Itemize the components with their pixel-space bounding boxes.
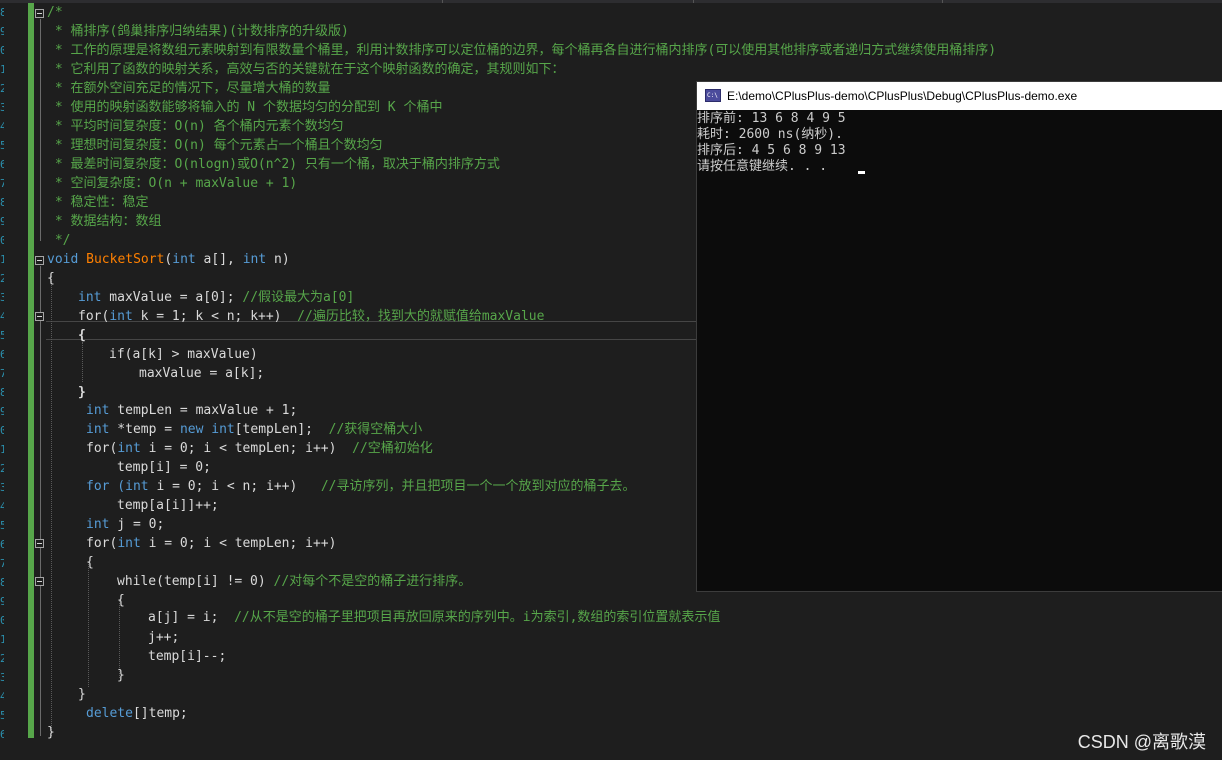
code-token: i = 0; i < tempLen; i++) [140, 441, 353, 456]
code-line: int maxValue = a[0]; //假设最大为a[0] [78, 288, 354, 307]
code-line: * 最差时间复杂度：O(nlogn)或O(n^2) 只有一个桶，取决于桶内排序方… [47, 157, 500, 172]
code-token: tempLen = maxValue + 1; [109, 403, 298, 418]
code-line: * 平均时间复杂度：O(n) 各个桶内元素个数均匀 [47, 119, 344, 134]
code-token: a[], [195, 252, 243, 267]
code-line: } [117, 668, 125, 683]
inline-comment: //从不是空的桶子里把项目再放回原来的序列中。i为索引,数组的索引位置就表示值 [234, 610, 721, 625]
code-token: for( [86, 441, 118, 456]
code-token: i = 0; i < tempLen; i++) [140, 536, 337, 551]
code-line: * 使用的映射函数能够将输入的 N 个数据均匀的分配到 K 个桶中 [47, 100, 443, 115]
code-line: /* [47, 5, 63, 20]
keyword: int [86, 517, 110, 532]
keyword: int [211, 422, 235, 437]
code-token: n) [266, 252, 290, 267]
code-line: * 工作的原理是将数组元素映射到有限数量个桶里，利用计数排序可以定位桶的边界，每… [47, 43, 997, 58]
code-line: j++; [148, 630, 180, 645]
keyword: int [242, 252, 267, 267]
inline-comment: //空桶初始化 [352, 441, 433, 456]
console-output-line: 排序前: 13 6 8 4 9 5 [697, 111, 846, 126]
keyword: int [86, 403, 110, 418]
code-line: * 理想时间复杂度：O(n) 每个元素占一个桶且个数均匀 [47, 138, 383, 153]
keyword: int [86, 422, 110, 437]
code-line: { [86, 555, 94, 570]
code-line: * 它利用了函数的映射关系，高效与否的关键就在于这个映射函数的确定，其规则如下： [47, 62, 565, 77]
code-line: temp[i]--; [148, 649, 227, 664]
code-line: for(int k = 1; k < n; k++) //遍历比较，找到大的就赋… [78, 307, 544, 326]
code-line: } [78, 687, 86, 702]
code-line: if(a[k] > maxValue) [109, 347, 258, 362]
code-line: { [47, 271, 55, 286]
inline-comment: //对每个不是空的桶子进行排序。 [273, 574, 472, 589]
watermark: CSDN @离歌漠 [1077, 732, 1206, 752]
function-name: BucketSort [86, 252, 165, 267]
code-line: maxValue = a[k]; [139, 366, 265, 381]
inline-comment: //获得空桶大小 [328, 422, 423, 437]
keyword: new [179, 422, 204, 437]
code-line: int *temp = new int[tempLen]; //获得空桶大小 [86, 420, 422, 439]
code-line: temp[i] = 0; [117, 460, 211, 475]
code-token: [tempLen]; [234, 422, 329, 437]
keyword: int [117, 536, 141, 551]
code-line: for(int i = 0; i < tempLen; i++) //空桶初始化 [86, 439, 433, 458]
keyword: int [109, 309, 133, 324]
code-line: for(int i = 0; i < tempLen; i++) [86, 534, 336, 553]
console-window[interactable]: E:\demo\CPlusPlus-demo\CPlusPlus\Debug\C… [697, 82, 1222, 591]
code-token: j = 0; [109, 517, 165, 532]
keyword: delete [86, 706, 133, 721]
code-line: for (int i = 0; i < n; i++) //寻访序列，并且把项目… [86, 477, 635, 496]
code-line: while(temp[i] != 0) //对每个不是空的桶子进行排序。 [117, 572, 471, 591]
code-line: * 桶排序(鸽巢排序归纳结果)(计数排序的升级版) [47, 24, 349, 39]
console-output-line: 排序后: 4 5 6 8 9 13 [697, 143, 846, 158]
code-token: []temp; [132, 706, 188, 721]
code-line: } [47, 725, 55, 740]
keyword: void [47, 252, 79, 267]
code-token: a[j] = i; [148, 610, 235, 625]
console-output-line: 耗时: 2600 ns(纳秒). [697, 127, 843, 142]
code-token: while(temp[i] != 0) [117, 574, 274, 589]
console-title: E:\demo\CPlusPlus-demo\CPlusPlus\Debug\C… [727, 89, 1078, 103]
code-line: */ [47, 233, 71, 248]
code-line: * 稳定性：稳定 [47, 195, 149, 210]
keyword: for ( [86, 479, 126, 494]
code-token: i = 0; i < n; i++) [148, 479, 321, 494]
code-line: int tempLen = maxValue + 1; [86, 401, 297, 420]
keyword: int [78, 290, 102, 305]
console-title-bar[interactable]: E:\demo\CPlusPlus-demo\CPlusPlus\Debug\C… [697, 82, 1222, 110]
code-line: * 在额外空间充足的情况下，尽量增大桶的数量 [47, 81, 331, 96]
code-token: for( [86, 536, 118, 551]
code-token: k = 1; k < n; k++) [132, 309, 298, 324]
inline-comment: //遍历比较，找到大的就赋值给maxValue [297, 309, 545, 324]
code-line: int j = 0; [86, 515, 164, 534]
code-line: } [78, 385, 86, 400]
code-line-function-signature: void BucketSort(int a[], int n) [47, 250, 290, 269]
keyword: int [172, 252, 196, 267]
code-line: { [117, 593, 125, 608]
console-cursor-icon [858, 171, 865, 174]
code-token: maxValue = a[0]; [101, 290, 243, 305]
code-line: * 数据结构：数组 [47, 214, 162, 229]
console-app-icon [705, 89, 721, 102]
console-output-line: 请按任意键继续. . . [697, 159, 835, 174]
inline-comment: //寻访序列，并且把项目一个一个放到对应的桶子去。 [320, 479, 636, 494]
code-line: delete[]temp; [86, 704, 188, 723]
code-line: * 空间复杂度：O(n + maxValue + 1) [47, 176, 298, 191]
code-line: { [78, 328, 86, 343]
keyword: int [117, 441, 141, 456]
inline-comment: //假设最大为a[0] [242, 290, 355, 305]
keyword: int [125, 479, 149, 494]
code-line: temp[a[i]]++; [117, 498, 219, 513]
code-token: for( [78, 309, 110, 324]
code-line: a[j] = i; //从不是空的桶子里把项目再放回原来的序列中。i为索引,数组… [148, 608, 720, 627]
code-token: *temp = [109, 422, 180, 437]
